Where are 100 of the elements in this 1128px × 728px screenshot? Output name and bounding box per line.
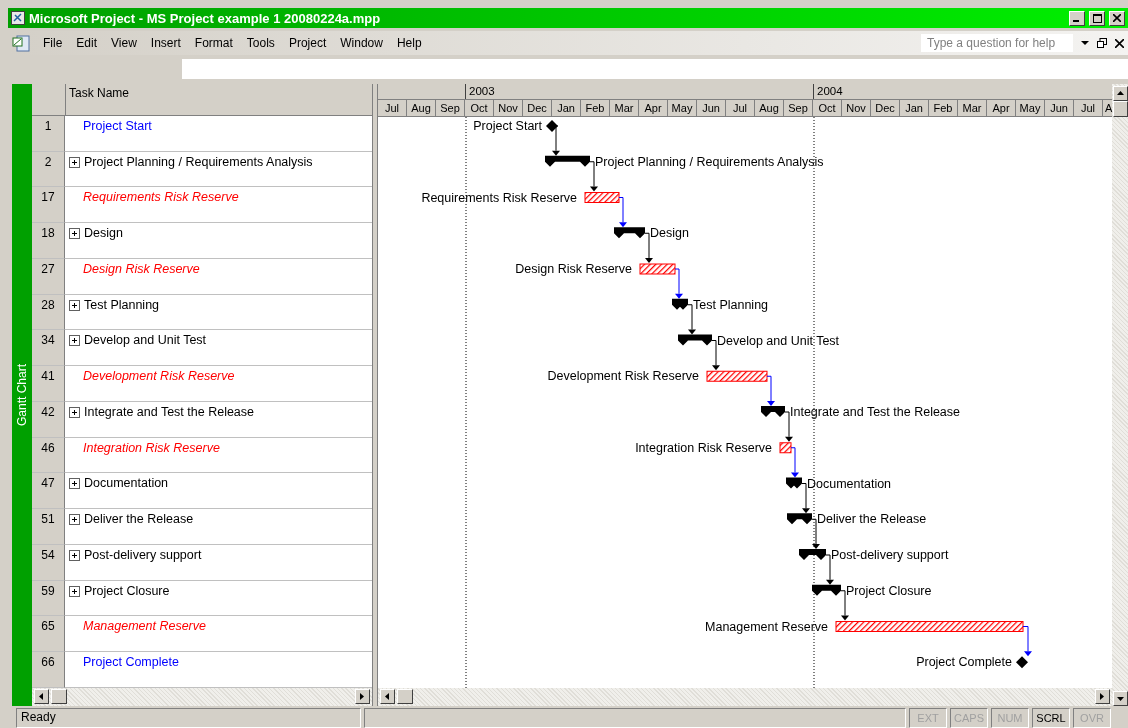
- row-number: 47: [32, 473, 65, 510]
- expand-icon[interactable]: [69, 407, 80, 418]
- down-arrow-icon: [1115, 694, 1125, 703]
- close-button[interactable]: [1109, 10, 1125, 26]
- month-header: Sep: [784, 99, 813, 116]
- month-header: Mar: [610, 99, 639, 116]
- row-number: 28: [32, 294, 65, 331]
- column-header[interactable]: Task Name: [66, 84, 372, 115]
- month-header: Jun: [697, 99, 726, 116]
- link-arrow: [801, 482, 810, 514]
- bar-label: Integrate and Test the Release: [790, 404, 961, 419]
- expand-icon[interactable]: [69, 550, 80, 561]
- expand-icon[interactable]: [69, 299, 80, 311]
- task-name: Post-delivery support: [84, 548, 202, 562]
- month-header: Jun: [1045, 99, 1074, 116]
- task-name: Project Planning / Requirements Analysis: [84, 154, 313, 169]
- bar-label: Develop and Unit Test: [717, 333, 840, 348]
- expand-icon[interactable]: [69, 514, 80, 526]
- link-arrow: [552, 125, 560, 156]
- status-text: Ready: [16, 708, 361, 728]
- link-arrow: [825, 554, 834, 585]
- link-arrow: [766, 375, 775, 406]
- link-arrow: [589, 161, 598, 192]
- app-icon: [11, 11, 25, 26]
- row-number: 46: [32, 437, 65, 474]
- link-arrow: [644, 232, 653, 263]
- menu-item[interactable]: Window: [333, 36, 390, 51]
- month-header: Jul: [378, 99, 407, 116]
- menu-item[interactable]: Format: [187, 36, 240, 51]
- task-name: Design: [84, 226, 123, 241]
- month-header: Feb: [929, 99, 958, 116]
- expand-icon[interactable]: [69, 228, 80, 240]
- scroll-thumb[interactable]: [397, 689, 413, 705]
- bar-label: Documentation: [807, 476, 892, 491]
- scroll-right-button[interactable]: [355, 689, 370, 705]
- menu-item[interactable]: File: [36, 36, 70, 51]
- bar-label: Project Closure: [846, 583, 932, 598]
- right-arrow-icon: [358, 692, 367, 702]
- document-icon[interactable]: [10, 34, 32, 53]
- month-header: Feb: [581, 99, 610, 116]
- month-header: Mar: [958, 99, 987, 116]
- menu-item[interactable]: Project: [281, 36, 334, 51]
- month-header: A: [1104, 100, 1112, 116]
- bar-label: Development Risk Reserve: [547, 369, 699, 384]
- month-header: Nov: [494, 99, 523, 116]
- scroll-up-button[interactable]: [1112, 86, 1128, 101]
- maximize-button[interactable]: [1089, 10, 1105, 26]
- link-arrow: [784, 411, 793, 442]
- scroll-down-button[interactable]: [1112, 691, 1128, 706]
- menu-item[interactable]: Edit: [69, 36, 105, 51]
- left-arrow-icon: [37, 692, 46, 702]
- month-header: May: [668, 99, 697, 116]
- scroll-left-button[interactable]: [34, 689, 49, 705]
- month-header: May: [1016, 99, 1045, 116]
- row-number: 34: [32, 330, 65, 367]
- horizontal-scrollbar[interactable]: [378, 688, 1112, 706]
- bar-label: Management Reserve: [705, 619, 828, 634]
- menu-item[interactable]: Insert: [143, 36, 188, 51]
- vertical-scrollbar[interactable]: [1112, 84, 1128, 706]
- scroll-left-button[interactable]: [380, 689, 395, 705]
- row-number: 17: [32, 187, 65, 224]
- menu-item[interactable]: Help: [389, 36, 429, 51]
- expand-icon[interactable]: [69, 335, 80, 347]
- month-header: Dec: [523, 99, 552, 116]
- month-header: Dec: [871, 99, 900, 116]
- row-number: 51: [32, 509, 65, 545]
- row-number: 27: [32, 259, 65, 295]
- left-arrow-icon: [383, 692, 392, 702]
- bar-label: Design Risk Reserve: [515, 261, 632, 276]
- month-header: Oct: [465, 99, 494, 116]
- window-title: Microsoft Project - MS Project example 1 20080224a.mpp: [29, 10, 382, 26]
- month-header: Jan: [552, 99, 581, 116]
- restore-icon[interactable]: [1097, 38, 1107, 49]
- help-search-field[interactable]: Type a question for help: [921, 34, 1073, 53]
- menu-item[interactable]: View: [104, 36, 144, 51]
- expand-icon[interactable]: [69, 585, 80, 597]
- month-header: Apr: [987, 99, 1016, 116]
- expand-icon[interactable]: [69, 478, 80, 490]
- scroll-thumb[interactable]: [51, 689, 67, 705]
- task-name: Deliver the Release: [84, 512, 194, 527]
- row-number: 2: [32, 151, 65, 188]
- right-arrow-icon: [1098, 692, 1107, 702]
- select-all-header[interactable]: [32, 84, 66, 115]
- month-header: Sep: [436, 99, 465, 116]
- task-name: Develop and Unit Test: [84, 333, 207, 348]
- row-number: 18: [32, 223, 65, 259]
- status-indicator: SCRL: [1032, 708, 1070, 728]
- entry-field[interactable]: [182, 59, 1128, 80]
- scroll-right-button[interactable]: [1095, 689, 1110, 705]
- row-number: 41: [32, 366, 65, 402]
- close-icon: [1113, 14, 1121, 23]
- expand-icon[interactable]: [69, 156, 80, 168]
- year-header: 2003: [465, 84, 813, 99]
- close-icon[interactable]: [1115, 38, 1124, 48]
- minimize-button[interactable]: [1069, 10, 1085, 26]
- menu-item[interactable]: Tools: [239, 36, 282, 51]
- view-label: Gantt Chart: [15, 363, 29, 426]
- month-header: Aug: [755, 99, 784, 116]
- dropdown-caret-icon[interactable]: [1081, 40, 1089, 46]
- bar-label: Test Planning: [693, 297, 769, 312]
